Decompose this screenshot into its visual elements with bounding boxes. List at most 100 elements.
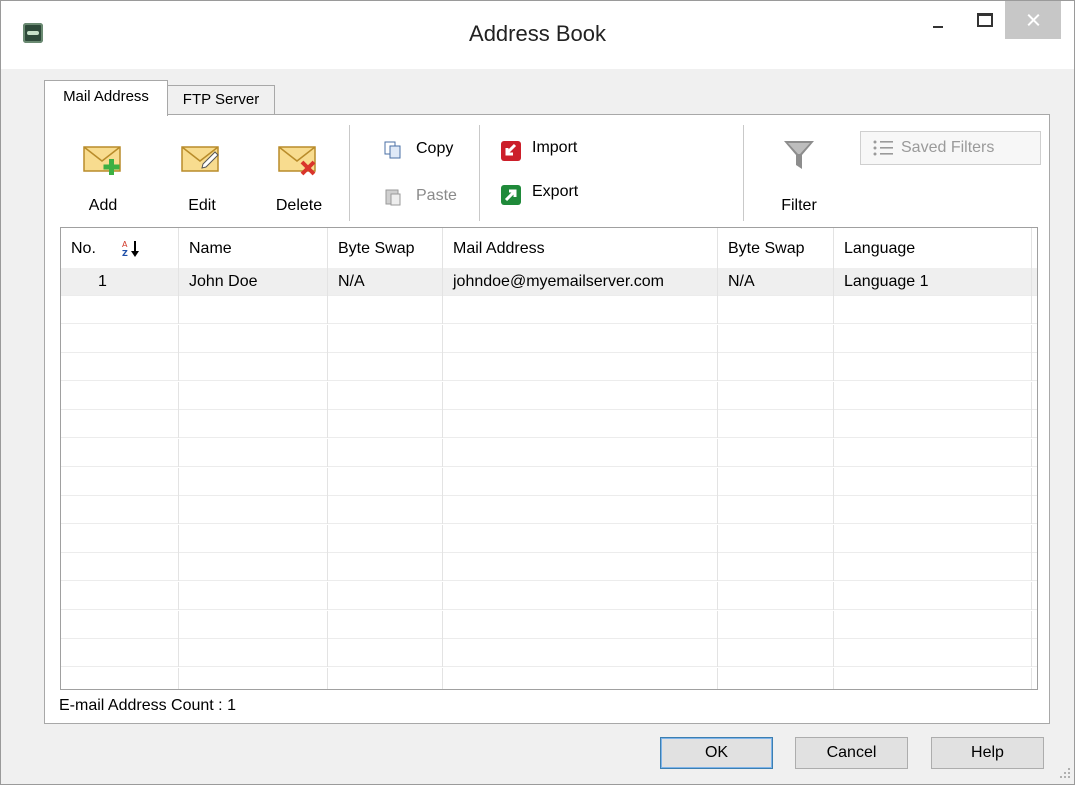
empty-cell: [179, 410, 328, 439]
empty-cell: [718, 582, 834, 610]
paste-button[interactable]: Paste: [384, 187, 464, 208]
tab-ftp-server[interactable]: FTP Server: [167, 85, 275, 115]
empty-cell: [443, 667, 718, 689]
add-button[interactable]: Add: [79, 141, 127, 215]
import-label: Import: [532, 139, 578, 156]
empty-table-row: [61, 353, 1037, 382]
empty-table-row: [61, 639, 1037, 668]
empty-cell: [328, 610, 443, 639]
empty-cell: [443, 467, 718, 496]
minimize-icon[interactable]: [914, 1, 960, 39]
column-header-mail-address[interactable]: Mail Address: [443, 228, 718, 268]
empty-cell: [328, 639, 443, 668]
empty-cell: [718, 296, 834, 324]
edit-button[interactable]: Edit: [179, 141, 225, 215]
add-label: Add: [88, 197, 118, 214]
toolbar-separator: [743, 125, 744, 221]
empty-cell: [328, 582, 443, 610]
empty-table-row: [61, 324, 1037, 353]
help-button[interactable]: Help: [931, 737, 1044, 769]
import-icon: [501, 141, 521, 161]
envelope-add-icon: [83, 146, 121, 175]
empty-cell: [179, 324, 328, 353]
address-book-window: Address Book FTP Server Mail Address Add…: [0, 0, 1075, 785]
column-header-no[interactable]: No. A Z: [61, 228, 179, 268]
column-header-language[interactable]: Language: [834, 228, 1032, 268]
empty-cell: [328, 353, 443, 382]
import-button[interactable]: Import: [500, 139, 590, 162]
empty-cell: [443, 324, 718, 353]
empty-cell: [179, 667, 328, 689]
maximize-icon[interactable]: [961, 1, 1007, 39]
empty-table-row: [61, 410, 1037, 439]
empty-cell: [834, 324, 1032, 353]
resize-grip-icon[interactable]: [1059, 767, 1071, 779]
export-icon: [501, 185, 521, 205]
cancel-button[interactable]: Cancel: [795, 737, 908, 769]
column-header-byte-swap[interactable]: Byte Swap: [328, 228, 443, 268]
column-header-name[interactable]: Name: [179, 228, 328, 268]
empty-cell: [834, 553, 1032, 582]
tab-mail-address[interactable]: Mail Address: [44, 80, 168, 116]
empty-cell: [834, 353, 1032, 382]
empty-cell: [179, 496, 328, 525]
empty-cell: [443, 524, 718, 553]
empty-table-row: [61, 553, 1037, 582]
filter-button[interactable]: Filter: [771, 136, 827, 215]
table-row[interactable]: 1 John Doe N/A johndoe@myemailserver.com…: [61, 268, 1037, 296]
export-button[interactable]: Export: [500, 183, 590, 206]
empty-cell: [61, 582, 179, 610]
ok-button[interactable]: OK: [660, 737, 773, 769]
empty-cell: [718, 410, 834, 439]
empty-cell: [443, 381, 718, 410]
paste-label: Paste: [416, 187, 457, 204]
empty-cell: [61, 467, 179, 496]
empty-cell: [443, 353, 718, 382]
empty-cell: [179, 467, 328, 496]
title-bar[interactable]: Address Book: [1, 1, 1074, 69]
delete-label: Delete: [275, 197, 323, 214]
envelope-delete-icon: [278, 146, 316, 176]
toolbar-separator: [479, 125, 480, 221]
envelope-edit-icon: [181, 146, 219, 172]
empty-cell: [328, 467, 443, 496]
empty-cell: [834, 410, 1032, 439]
address-table[interactable]: No. A Z Name Byte Swap Mail Address Byte…: [60, 227, 1038, 690]
empty-cell: [61, 296, 179, 324]
empty-cell: [61, 496, 179, 525]
empty-cell: [443, 610, 718, 639]
address-count-status: E-mail Address Count : 1: [59, 697, 236, 714]
empty-cell: [179, 296, 328, 324]
cell-byte-swap-2: N/A: [718, 268, 834, 296]
empty-cell: [179, 381, 328, 410]
empty-cell: [61, 610, 179, 639]
cell-name: John Doe: [179, 268, 328, 296]
empty-cell: [443, 439, 718, 467]
empty-cell: [328, 296, 443, 324]
empty-cell: [718, 381, 834, 410]
cell-mail-address: johndoe@myemailserver.com: [443, 268, 718, 296]
empty-cell: [61, 410, 179, 439]
svg-text:Z: Z: [122, 249, 128, 258]
sort-az-icon[interactable]: A Z: [121, 239, 141, 259]
list-icon: [873, 140, 893, 156]
empty-cell: [718, 467, 834, 496]
empty-cell: [328, 439, 443, 467]
empty-cell: [61, 524, 179, 553]
copy-icon: [384, 141, 401, 159]
delete-button[interactable]: Delete: [269, 141, 329, 215]
empty-cell: [834, 439, 1032, 467]
empty-cell: [718, 324, 834, 353]
empty-cell: [443, 553, 718, 582]
saved-filters-button[interactable]: Saved Filters: [860, 131, 1041, 165]
empty-table-row: [61, 381, 1037, 410]
cell-byte-swap: N/A: [328, 268, 443, 296]
empty-table-row: [61, 439, 1037, 467]
table-header: No. A Z Name Byte Swap Mail Address Byte…: [61, 228, 1037, 268]
close-icon[interactable]: [1005, 1, 1061, 39]
empty-cell: [718, 439, 834, 467]
empty-cell: [834, 667, 1032, 689]
copy-button[interactable]: Copy: [384, 140, 464, 161]
empty-cell: [328, 324, 443, 353]
column-header-byte-swap-2[interactable]: Byte Swap: [718, 228, 834, 268]
